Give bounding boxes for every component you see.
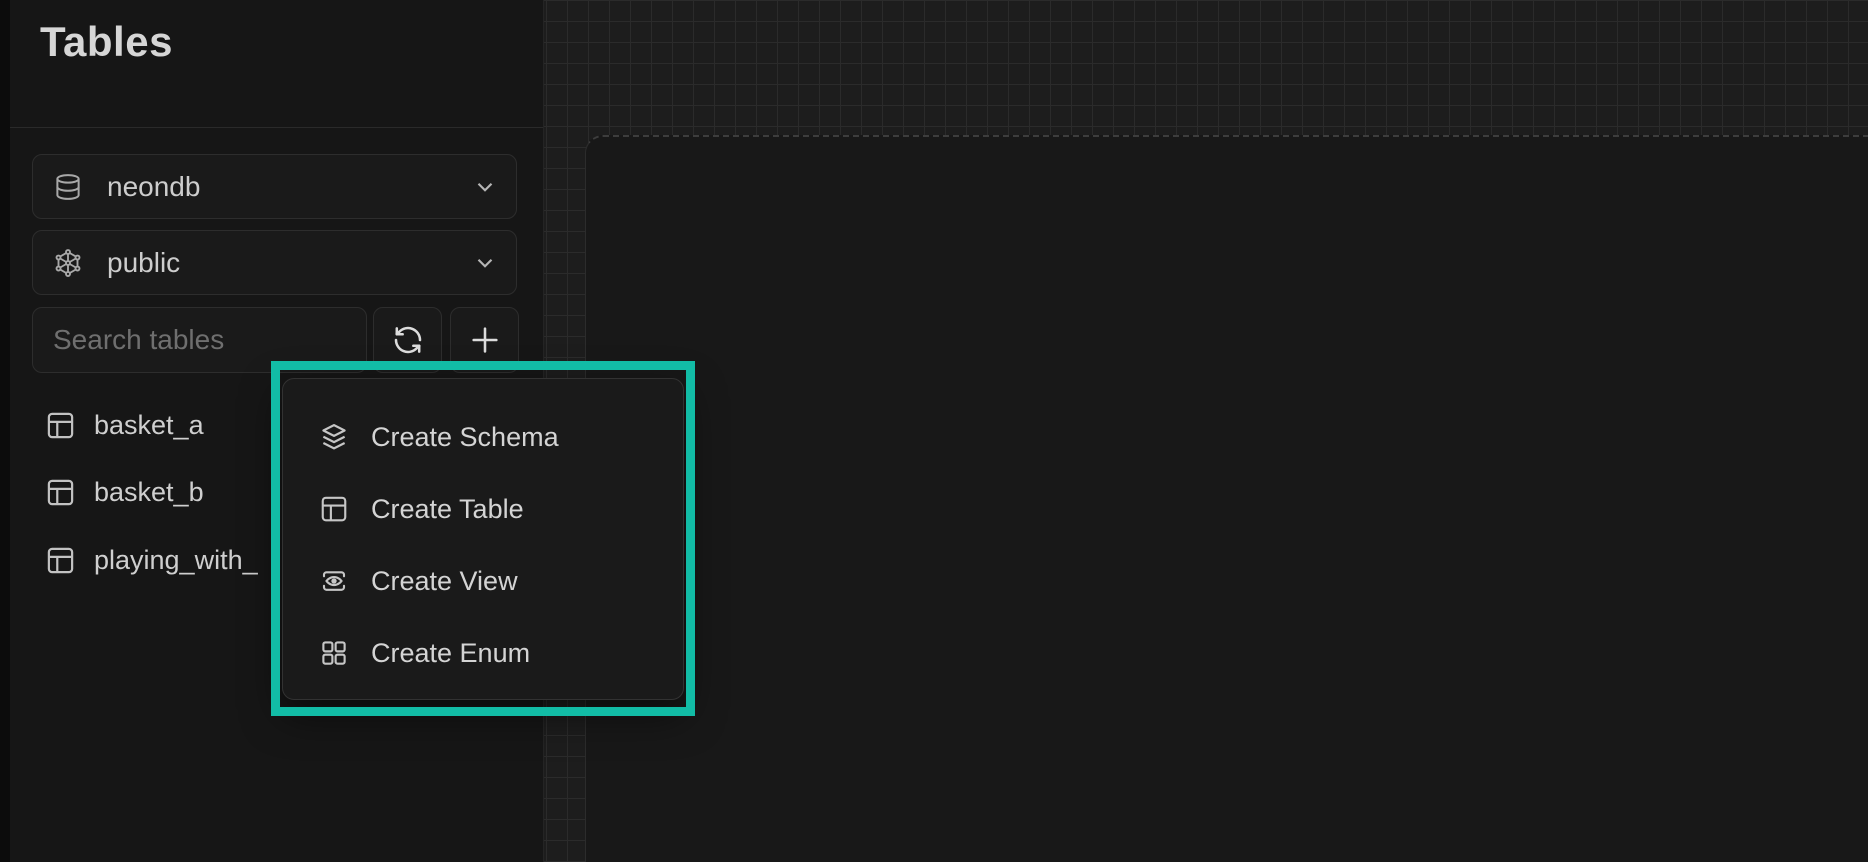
sidebar-divider: [10, 127, 543, 128]
database-icon: [53, 172, 83, 202]
table-icon: [45, 477, 76, 508]
database-select-value: neondb: [107, 171, 472, 203]
chevron-down-icon: [472, 250, 498, 276]
table-icon: [45, 410, 76, 441]
table-name: basket_b: [94, 477, 204, 508]
database-select[interactable]: neondb: [32, 154, 517, 219]
page-title: Tables: [40, 18, 173, 66]
schema-icon: [53, 248, 83, 278]
chevron-down-icon: [472, 174, 498, 200]
table-name: basket_a: [94, 410, 204, 441]
create-table-panel: [585, 135, 1868, 862]
search-tables-placeholder: Search tables: [53, 324, 224, 356]
table-name: playing_with_: [94, 545, 258, 576]
refresh-icon: [392, 324, 424, 356]
table-icon: [45, 545, 76, 576]
table-list-item[interactable]: playing_with_: [45, 536, 295, 584]
schema-select-value: public: [107, 247, 472, 279]
table-list-item[interactable]: basket_b: [45, 468, 295, 516]
schema-select[interactable]: public: [32, 230, 517, 295]
plus-icon: [468, 323, 502, 357]
table-list-item[interactable]: basket_a: [45, 401, 295, 449]
app-edge-strip: [0, 0, 10, 862]
annotation-highlight-frame: [271, 361, 695, 716]
